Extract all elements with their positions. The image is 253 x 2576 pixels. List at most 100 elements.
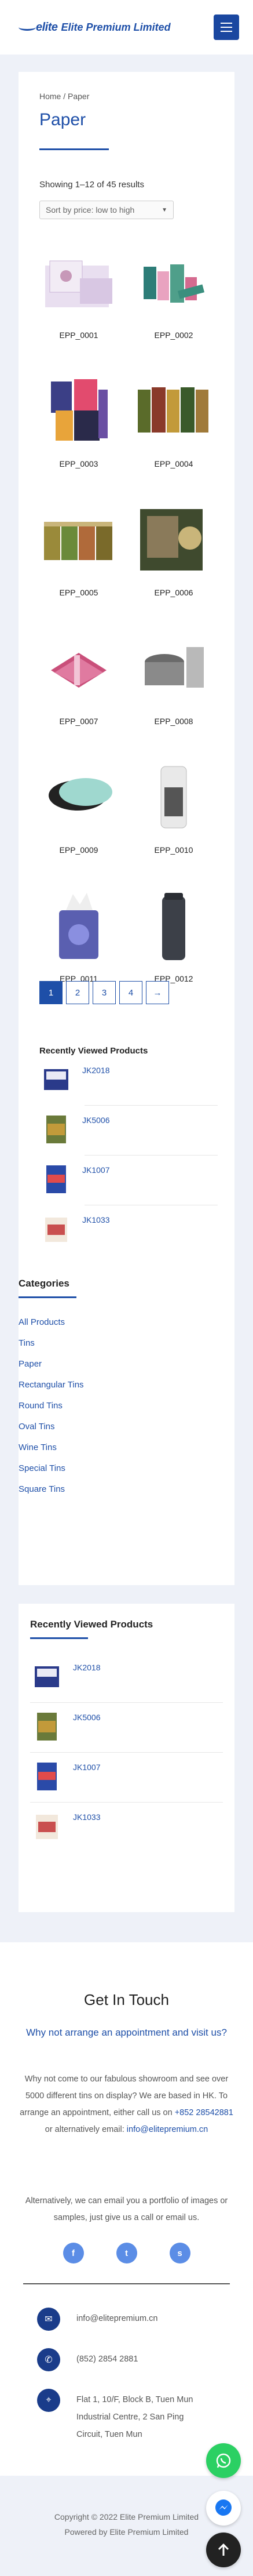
product-card[interactable]: EPP_0004: [134, 372, 213, 468]
whatsapp-button[interactable]: [206, 2443, 241, 2478]
recently-viewed-link[interactable]: JK2018: [73, 1663, 100, 1672]
product-name[interactable]: EPP_0008: [134, 717, 213, 726]
hamburger-icon: [221, 23, 232, 24]
product-image[interactable]: [134, 244, 213, 319]
product-card[interactable]: EPP_0010: [134, 758, 213, 855]
recently-viewed-link[interactable]: JK1007: [82, 1165, 109, 1175]
recently-viewed-item[interactable]: JK1007: [39, 1162, 109, 1196]
product-name[interactable]: EPP_0007: [39, 717, 118, 726]
product-name[interactable]: EPP_0001: [39, 330, 118, 340]
recently-viewed-widget: Recently Viewed Products JK2018 JK5006 J…: [19, 1604, 234, 1912]
product-image[interactable]: [39, 372, 118, 448]
product-card[interactable]: EPP_0003: [39, 372, 118, 468]
product-name[interactable]: EPP_0003: [39, 459, 118, 468]
recently-viewed-link[interactable]: JK1007: [73, 1763, 100, 1772]
messenger-button[interactable]: [206, 2491, 241, 2526]
recently-viewed-item[interactable]: JK1007: [30, 1759, 100, 1793]
contact-email-text[interactable]: info@elitepremium.cn: [76, 2310, 157, 2327]
product-image[interactable]: [134, 630, 213, 705]
sort-select[interactable]: Sort by price: low to high ▼: [39, 201, 174, 219]
category-link-rectangular-tins[interactable]: Rectangular Tins: [19, 1380, 84, 1390]
product-image[interactable]: [39, 244, 118, 319]
scroll-to-top-button[interactable]: [206, 2533, 241, 2567]
product-thumbnail[interactable]: [39, 1112, 73, 1146]
product-thumbnail[interactable]: [30, 1659, 64, 1693]
category-link-tins[interactable]: Tins: [19, 1338, 35, 1348]
product-card[interactable]: EPP_0006: [134, 501, 213, 597]
product-name[interactable]: EPP_0002: [134, 330, 213, 340]
category-link-all-products[interactable]: All Products: [19, 1317, 65, 1327]
recently-viewed-item[interactable]: JK5006: [30, 1709, 100, 1743]
product-image[interactable]: [39, 630, 118, 705]
site-logo[interactable]: elite Elite Premium Limited: [19, 21, 171, 34]
breadcrumb[interactable]: Home / Paper: [39, 92, 89, 101]
map-pin-icon: ⌖: [37, 2389, 60, 2412]
recently-viewed-item[interactable]: JK1033: [39, 1212, 109, 1245]
facebook-icon[interactable]: f: [63, 2243, 84, 2263]
product-image[interactable]: [134, 758, 213, 834]
site-footer: Get In Touch Why not arrange an appointm…: [0, 1942, 253, 2476]
product-card[interactable]: EPP_0011: [39, 887, 118, 983]
page-link-4[interactable]: 4: [119, 981, 142, 1004]
menu-button[interactable]: [214, 14, 239, 40]
category-link-special-tins[interactable]: Special Tins: [19, 1463, 65, 1473]
category-link-square-tins[interactable]: Square Tins: [19, 1484, 65, 1494]
product-card[interactable]: EPP_0007: [39, 630, 118, 726]
recently-viewed-widget-underline: [30, 1637, 88, 1639]
category-link-round-tins[interactable]: Round Tins: [19, 1401, 63, 1411]
product-thumbnail[interactable]: [30, 1759, 64, 1793]
sort-select-value: Sort by price: low to high: [46, 205, 135, 215]
categories-title: Categories: [19, 1278, 69, 1289]
page-link-1[interactable]: 1: [39, 981, 63, 1004]
recently-viewed-item[interactable]: JK5006: [39, 1112, 109, 1146]
product-image[interactable]: [134, 887, 213, 962]
product-card[interactable]: EPP_0008: [134, 630, 213, 726]
product-thumbnail[interactable]: [30, 1709, 64, 1743]
product-card[interactable]: EPP_0002: [134, 244, 213, 340]
get-in-touch-or-text: or alternatively email:: [45, 2125, 124, 2134]
product-card[interactable]: EPP_0005: [39, 501, 118, 597]
skype-icon[interactable]: s: [169, 2243, 190, 2263]
product-thumbnail[interactable]: [39, 1062, 73, 1096]
recently-viewed-title: Recently Viewed Products: [39, 1046, 148, 1056]
get-in-touch-body: Why not come to our fabulous showroom an…: [16, 2071, 237, 2138]
contact-phone-text[interactable]: (852) 2854 2881: [76, 2350, 138, 2368]
recently-viewed-link[interactable]: JK5006: [73, 1713, 100, 1722]
product-name[interactable]: EPP_0010: [134, 845, 213, 855]
phone-link[interactable]: +852 28542881: [175, 2108, 233, 2117]
recently-viewed-link[interactable]: JK1033: [73, 1812, 100, 1822]
recently-viewed-widget-title: Recently Viewed Products: [30, 1619, 153, 1630]
product-thumbnail[interactable]: [39, 1162, 73, 1196]
page-link-2[interactable]: 2: [66, 981, 89, 1004]
product-card[interactable]: EPP_0012: [134, 887, 213, 983]
product-name[interactable]: EPP_0004: [134, 459, 213, 468]
product-thumbnail[interactable]: [39, 1212, 73, 1245]
product-image[interactable]: [134, 372, 213, 448]
product-name[interactable]: EPP_0005: [39, 588, 118, 597]
social-links: f t s: [0, 2243, 253, 2263]
category-link-oval-tins[interactable]: Oval Tins: [19, 1422, 55, 1431]
recently-viewed-item[interactable]: JK1033: [30, 1809, 100, 1843]
category-link-wine-tins[interactable]: Wine Tins: [19, 1443, 57, 1452]
next-page-arrow-icon[interactable]: →: [146, 981, 169, 1004]
twitter-icon[interactable]: t: [116, 2243, 137, 2263]
product-card[interactable]: EPP_0009: [39, 758, 118, 855]
product-image[interactable]: [39, 501, 118, 576]
category-link-paper[interactable]: Paper: [19, 1359, 42, 1369]
phone-icon: ✆: [37, 2348, 60, 2371]
page-link-3[interactable]: 3: [93, 981, 116, 1004]
recently-viewed-link[interactable]: JK5006: [82, 1116, 109, 1125]
product-image[interactable]: [39, 758, 118, 834]
recently-viewed-item[interactable]: JK2018: [39, 1062, 109, 1096]
email-link[interactable]: info@elitepremium.cn: [127, 2125, 208, 2134]
product-name[interactable]: EPP_0009: [39, 845, 118, 855]
product-name[interactable]: EPP_0006: [134, 588, 213, 597]
product-image[interactable]: [134, 501, 213, 576]
product-image[interactable]: [39, 887, 118, 962]
site-header: elite Elite Premium Limited: [0, 0, 253, 55]
recently-viewed-link[interactable]: JK2018: [82, 1066, 109, 1075]
product-thumbnail[interactable]: [30, 1809, 64, 1843]
recently-viewed-link[interactable]: JK1033: [82, 1215, 109, 1225]
recently-viewed-item[interactable]: JK2018: [30, 1659, 100, 1693]
product-card[interactable]: EPP_0001: [39, 244, 118, 340]
